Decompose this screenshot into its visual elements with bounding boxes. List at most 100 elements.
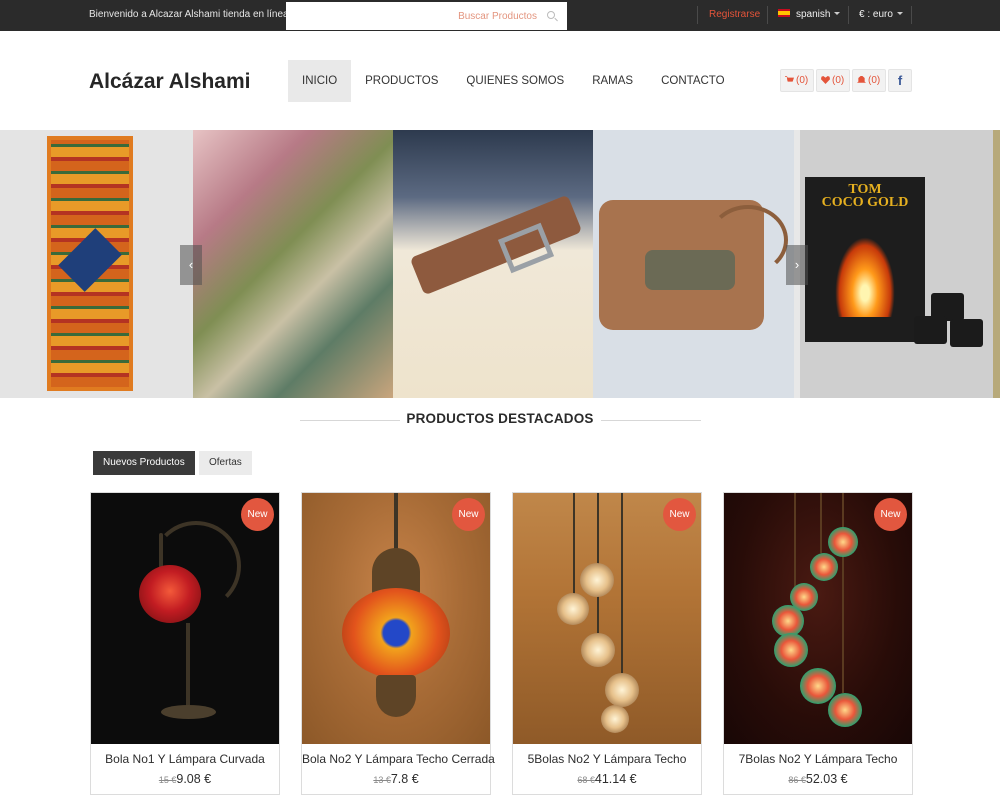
brand-bottom: COCO GOLD — [821, 195, 909, 210]
current-price: 41.14 € — [594, 772, 637, 786]
product-price: 15 €9.08 € — [91, 772, 279, 786]
product-name[interactable]: Bola No2 Y Lámpara Techo Cerrada — [302, 752, 495, 766]
language-label: spanish — [796, 9, 831, 20]
lamp-chain — [573, 493, 575, 603]
bell-icon — [857, 76, 866, 83]
divider — [911, 6, 912, 24]
nav-item-productos[interactable]: PRODUCTOS — [351, 60, 452, 102]
heart-icon — [821, 76, 830, 84]
slide-edge — [993, 130, 1000, 398]
title-rule-right — [601, 420, 701, 421]
product-card[interactable]: New 7Bolas No2 Y Lámpara Techo 86 €52.03… — [723, 492, 913, 795]
lamp-bottom — [376, 675, 416, 717]
tab-nuevos-productos[interactable]: Nuevos Productos — [93, 451, 195, 475]
divider — [697, 6, 698, 24]
lamp-globe — [828, 527, 858, 557]
hero-carousel: TOM COCO GOLD — [0, 130, 1000, 398]
new-badge: New — [452, 498, 485, 531]
lamp-globe — [580, 563, 614, 597]
lamp-base — [161, 705, 216, 719]
lamp-globe — [139, 565, 201, 623]
currency-label: € : euro — [859, 9, 893, 20]
product-name[interactable]: Bola No1 Y Lámpara Curvada — [91, 752, 279, 766]
old-price: 13 € — [373, 775, 391, 785]
product-image[interactable]: New — [724, 493, 912, 744]
tab-ofertas[interactable]: Ofertas — [199, 451, 252, 475]
register-link[interactable]: Registrarse — [709, 9, 760, 20]
product-name[interactable]: 7Bolas No2 Y Lámpara Techo — [724, 752, 912, 766]
lamp-chain — [394, 493, 398, 553]
notifications-button[interactable]: (0) — [852, 69, 887, 92]
nav-item-quienes-somos[interactable]: QUIENES SOMOS — [452, 60, 578, 102]
search-input[interactable] — [286, 2, 567, 30]
nav-item-ramas[interactable]: RAMAS — [578, 60, 647, 102]
divider — [848, 6, 849, 24]
product-card[interactable]: New Bola No2 Y Lámpara Techo Cerrada 13 … — [301, 492, 495, 795]
lamp-globe — [557, 593, 589, 625]
notifications-count: (0) — [868, 75, 881, 86]
charcoal-box-brand: TOM COCO GOLD — [805, 177, 925, 210]
lamp-globe — [581, 633, 615, 667]
chevron-right-icon: › — [794, 257, 800, 272]
search-box[interactable] — [286, 2, 567, 30]
product-card[interactable]: New Bola No1 Y Lámpara Curvada 15 €9.08 … — [90, 492, 280, 795]
lamp-chain — [820, 493, 822, 553]
wishlist-count: (0) — [832, 75, 845, 86]
old-price: 86 € — [788, 775, 806, 785]
main-nav: INICIO PRODUCTOS QUIENES SOMOS RAMAS CON… — [288, 60, 739, 102]
product-price: 86 €52.03 € — [724, 772, 912, 786]
slide-leather-bag-image[interactable] — [593, 130, 794, 398]
currency-selector[interactable]: € : euro — [859, 9, 903, 20]
search-icon[interactable] — [547, 11, 555, 19]
slide-wall-hanging-image[interactable] — [0, 130, 193, 398]
wishlist-button[interactable]: (0) — [816, 69, 851, 92]
carousel-next-button[interactable]: › — [786, 245, 808, 285]
belt-shape — [409, 194, 583, 296]
nav-item-inicio[interactable]: INICIO — [288, 60, 352, 102]
language-selector[interactable]: spanish — [778, 9, 841, 20]
current-price: 52.03 € — [805, 772, 848, 786]
strap-shape — [708, 205, 788, 275]
new-badge: New — [874, 498, 907, 531]
nav-item-contacto[interactable]: CONTACTO — [647, 60, 738, 102]
spain-flag-icon — [778, 9, 790, 17]
featured-title: PRODUCTOS DESTACADOS — [406, 411, 594, 426]
slide-belt-image[interactable] — [393, 130, 593, 398]
product-image[interactable]: New — [91, 493, 279, 744]
cart-icon — [785, 76, 794, 82]
welcome-text: Bienvenido a Alcazar Alshami tienda en l… — [89, 9, 295, 20]
lamp-globe — [601, 705, 629, 733]
product-card[interactable]: New 5Bolas No2 Y Lámpara Techo 68 €41.14… — [512, 492, 702, 795]
new-badge: New — [663, 498, 696, 531]
current-price: 9.08 € — [176, 772, 212, 786]
lamp-globe — [774, 633, 808, 667]
site-logo[interactable]: Alcázar Alshami — [89, 70, 250, 94]
product-price: 68 €41.14 € — [513, 772, 701, 786]
lamp-globe — [605, 673, 639, 707]
top-bar: Bienvenido a Alcazar Alshami tienda en l… — [0, 0, 1000, 31]
chevron-down-icon — [896, 12, 903, 15]
product-image[interactable]: New — [513, 493, 701, 744]
lamp-chain — [842, 493, 844, 693]
textile-runner — [47, 136, 133, 391]
divider — [767, 6, 768, 24]
lamp-chain — [621, 493, 623, 693]
chevron-down-icon — [834, 12, 841, 15]
slide-slippers-image[interactable] — [193, 130, 393, 398]
product-image[interactable]: New — [302, 493, 490, 744]
slide-charcoal-box-image[interactable]: TOM COCO GOLD — [800, 130, 993, 398]
carousel-prev-button[interactable]: ‹ — [180, 245, 202, 285]
new-badge: New — [241, 498, 274, 531]
lamp-globe — [828, 693, 862, 727]
product-price: 13 €7.8 € — [302, 772, 490, 786]
facebook-icon[interactable]: f — [888, 69, 912, 92]
product-name[interactable]: 5Bolas No2 Y Lámpara Techo — [513, 752, 701, 766]
charcoal-cube — [914, 316, 947, 344]
chevron-left-icon: ‹ — [188, 257, 194, 272]
cart-button[interactable]: (0) — [780, 69, 815, 92]
current-price: 7.8 € — [390, 772, 419, 786]
lamp-globe — [342, 588, 450, 678]
charcoal-cube — [950, 319, 983, 347]
cart-count: (0) — [796, 75, 809, 86]
old-price: 15 € — [158, 775, 177, 785]
